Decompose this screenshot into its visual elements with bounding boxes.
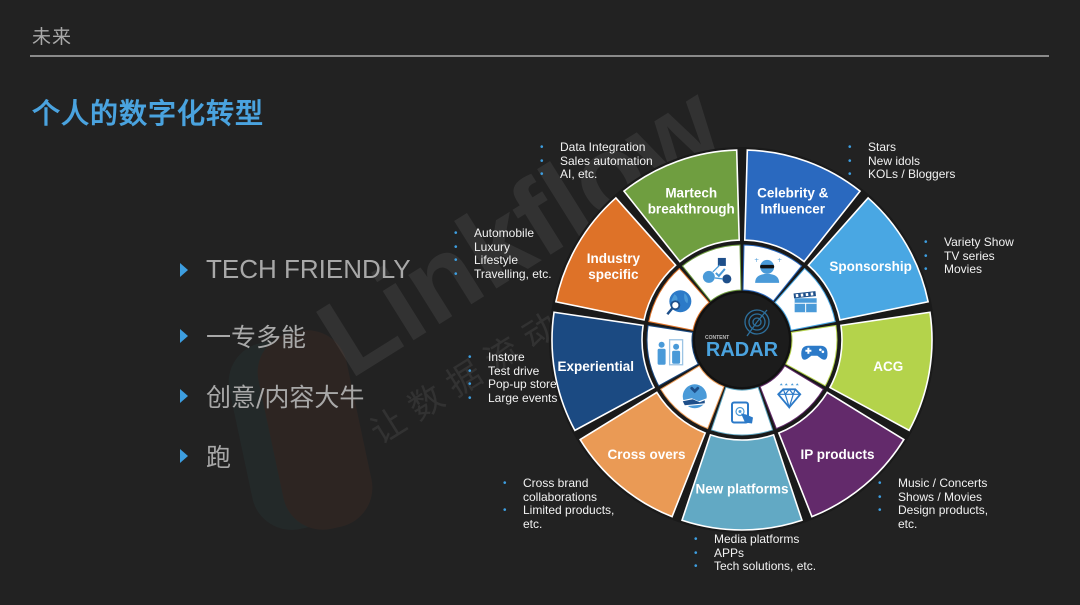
note-item: Pop-up store: [468, 378, 557, 392]
segment-label: Influencer: [761, 201, 826, 216]
note-item: Music / Concerts: [878, 476, 988, 491]
note-item: collaborations: [523, 489, 598, 504]
segment-label: Celebrity &: [757, 185, 829, 200]
handshake-icon: [682, 384, 707, 409]
note-item: Media platforms: [694, 532, 816, 547]
svg-text:+: +: [754, 257, 759, 264]
segment-label: breakthrough: [648, 201, 735, 216]
segment-label: Experiential: [557, 359, 634, 374]
clapperboard-icon: [793, 291, 817, 313]
note-item: New idols: [848, 154, 955, 169]
note-item: AI, etc.: [540, 168, 653, 182]
note-item: Travelling, etc.: [454, 267, 552, 282]
note-newplatforms: Media platformsAPPsTech solutions, etc.: [694, 532, 816, 574]
segment-label: Sponsorship: [829, 259, 912, 274]
note-item: KOLs / Bloggers: [848, 168, 955, 182]
note-item: etc.: [898, 516, 918, 531]
note-item: Data Integration: [540, 140, 653, 155]
note-item: Luxury: [454, 240, 552, 255]
note-item: APPs: [694, 546, 816, 561]
note-item: Cross brand: [503, 476, 614, 491]
note-item: Lifestyle: [454, 254, 552, 268]
note-experiential: InstoreTest drivePop-up storeLarge event…: [468, 350, 557, 406]
note-item: Design products,: [878, 504, 988, 518]
note-martech: Data IntegrationSales automationAI, etc.: [540, 140, 653, 182]
note-sponsorship: Variety ShowTV seriesMovies: [924, 235, 1014, 277]
segment-label: Martech: [665, 185, 717, 200]
note-item: Test drive: [468, 364, 557, 379]
note-item: Shows / Movies: [878, 490, 988, 505]
segment-label: Cross overs: [608, 447, 686, 462]
note-item: Movies: [924, 263, 1014, 277]
svg-text:+: +: [777, 257, 782, 264]
note-item: Automobile: [454, 226, 552, 241]
note-item: TV series: [924, 249, 1014, 264]
note-item: Limited products,: [503, 504, 614, 518]
note-industry: AutomobileLuxuryLifestyleTravelling, etc…: [454, 226, 552, 282]
segment-label: Industry: [587, 251, 641, 266]
segment-label: IP products: [800, 447, 874, 462]
note-celebrity: StarsNew idolsKOLs / Bloggers: [848, 140, 955, 182]
note-item: etc.: [523, 516, 543, 531]
segment-label: specific: [588, 267, 639, 282]
note-item: Tech solutions, etc.: [694, 560, 816, 574]
segment-label: New platforms: [695, 482, 788, 497]
note-item: Large events: [468, 391, 557, 406]
note-ipproducts: Music / ConcertsShows / MoviesDesign pro…: [878, 476, 988, 531]
segment-label: ACG: [873, 359, 903, 374]
note-item: Variety Show: [924, 235, 1014, 250]
note-item: Instore: [468, 350, 557, 365]
note-item: Sales automation: [540, 154, 653, 169]
radar-title: RADAR: [706, 339, 779, 361]
note-crossovers: Cross brandcollaborationsLimited product…: [503, 476, 614, 531]
note-item: Stars: [848, 140, 955, 155]
